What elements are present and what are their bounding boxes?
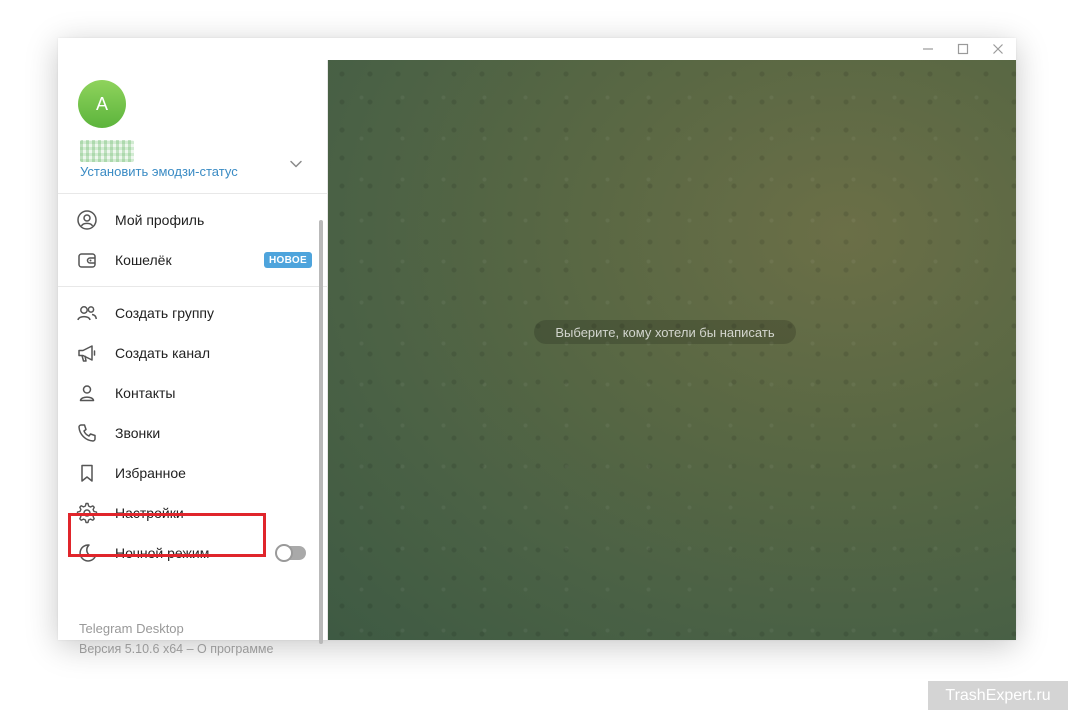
megaphone-icon [76, 342, 98, 364]
divider [58, 193, 328, 194]
menu-item-create-channel[interactable]: Создать канал [58, 333, 318, 373]
maximize-button[interactable] [948, 38, 978, 60]
close-button[interactable] [983, 38, 1013, 60]
chevron-down-icon [290, 160, 302, 168]
menu-item-contacts[interactable]: Контакты [58, 373, 318, 413]
chat-area: Выберите, кому хотели бы написать [328, 60, 1016, 640]
menu-item-my-profile[interactable]: Мой профиль [58, 200, 318, 240]
toggle-knob [275, 544, 293, 562]
divider [58, 286, 328, 287]
phone-icon [76, 422, 98, 444]
avatar[interactable]: A [78, 80, 126, 128]
minimize-icon [923, 48, 933, 50]
title-bar [58, 38, 1016, 60]
menu-label: Контакты [115, 385, 176, 401]
new-badge: НОВОЕ [264, 252, 312, 268]
menu-label: Звонки [115, 425, 161, 441]
menu-label: Кошелёк [115, 252, 172, 268]
menu-item-create-group[interactable]: Создать группу [58, 293, 318, 333]
menu-item-wallet[interactable]: Кошелёк НОВОЕ [58, 240, 318, 280]
watermark: TrashExpert.ru [928, 681, 1068, 710]
set-emoji-status-link[interactable]: Установить эмодзи-статус [80, 164, 238, 179]
minimize-button[interactable] [913, 38, 943, 60]
menu-item-saved-messages[interactable]: Избранное [58, 453, 318, 493]
close-icon [993, 44, 1003, 54]
app-name: Telegram Desktop [79, 621, 184, 636]
empty-chat-message: Выберите, кому хотели бы написать [534, 320, 796, 344]
user-circle-icon [76, 209, 98, 231]
highlight-annotation [68, 513, 266, 557]
bookmark-icon [76, 462, 98, 484]
menu-label: Создать группу [115, 305, 214, 321]
menu-label: Избранное [115, 465, 186, 481]
avatar-letter: A [95, 93, 108, 114]
accounts-toggle-button[interactable] [288, 156, 304, 172]
menu-label: Создать канал [115, 345, 210, 361]
username-blurred [80, 140, 134, 162]
group-icon [76, 302, 98, 324]
version-about-link[interactable]: Версия 5.10.6 x64 – О программе [79, 642, 273, 656]
person-icon [76, 382, 98, 404]
telegram-window: A Установить эмодзи-статус Мой профиль К… [58, 38, 1016, 656]
maximize-icon [957, 43, 969, 55]
main-menu-sidebar: A Установить эмодзи-статус Мой профиль К… [58, 60, 328, 656]
night-mode-toggle[interactable] [275, 544, 306, 562]
sidebar-scrollbar[interactable] [319, 220, 323, 644]
menu-label: Мой профиль [115, 212, 205, 228]
wallet-icon [76, 249, 98, 271]
chat-background-pattern [328, 60, 1016, 640]
menu-item-calls[interactable]: Звонки [58, 413, 318, 453]
